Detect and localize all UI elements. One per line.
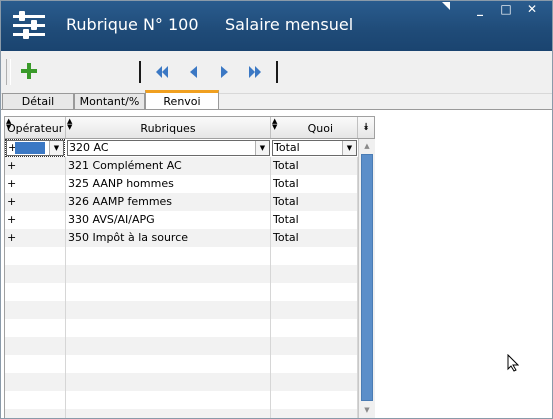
operateur-cell[interactable]: + — [5, 175, 66, 193]
rubrique-cell[interactable]: 326 AAMP femmes — [66, 193, 271, 211]
corner-resize-icon — [442, 2, 450, 10]
first-icon — [156, 66, 168, 78]
column-header-rubriques[interactable]: ▲ ▼ Rubriques — [66, 117, 271, 138]
rubrique-window: Rubrique N° 100 Salaire mensuel _ □ ✕ Dé… — [0, 0, 553, 419]
table-row[interactable]: + 321 Complément AC Total — [5, 157, 358, 175]
operateur-select[interactable]: + ▼ — [5, 139, 65, 157]
table-row[interactable]: + 326 AAMP femmes Total — [5, 193, 358, 211]
column-header-operateur[interactable]: ▲ ▼ Opérateur — [5, 117, 66, 138]
toolbar-separator — [139, 61, 141, 83]
sort-icon: ▲ ▼ — [6, 117, 12, 131]
tab-detail[interactable]: Détail — [2, 93, 74, 109]
dropdown-arrow-icon: ▼ — [342, 141, 356, 155]
next-record-button[interactable] — [215, 63, 233, 81]
quoi-cell[interactable]: Total — [271, 175, 358, 193]
quoi-cell[interactable]: Total — [271, 157, 358, 175]
renvoi-panel: ▲ ▼ Opérateur ▲ ▼ Rubriques ▲ ▼ Quoi ⯯ +… — [1, 109, 552, 418]
sort-icon: ▲ ▼ — [272, 117, 278, 131]
operateur-cell[interactable]: + — [5, 211, 66, 229]
close-button[interactable]: ✕ — [523, 1, 541, 17]
empty-row[interactable] — [5, 337, 358, 355]
operateur-cell[interactable]: + — [5, 193, 66, 211]
quoi-cell[interactable]: Total — [271, 229, 358, 247]
scrollbar-thumb[interactable] — [361, 154, 373, 401]
vertical-scrollbar[interactable]: ▲ ▼ — [358, 139, 375, 418]
empty-row[interactable] — [5, 319, 358, 337]
dropdown-arrow-icon: ▼ — [255, 141, 269, 155]
tab-renvoi[interactable]: Renvoi — [145, 90, 219, 110]
rubrique-cell[interactable]: 330 AVS/AI/APG — [66, 211, 271, 229]
settings-sliders-icon — [11, 8, 47, 44]
empty-row[interactable] — [5, 373, 358, 391]
maximize-button[interactable]: □ — [497, 1, 515, 17]
table-row[interactable]: + 330 AVS/AI/APG Total — [5, 211, 358, 229]
empty-row[interactable] — [5, 355, 358, 373]
minimize-button[interactable]: _ — [471, 1, 489, 17]
tab-montant[interactable]: Montant/% — [74, 93, 145, 109]
rubrique-cell[interactable]: 350 Impôt à la source — [66, 229, 271, 247]
empty-row[interactable] — [5, 409, 358, 418]
tab-bar: Détail Montant/% Renvoi — [1, 90, 552, 110]
dropdown-arrow-icon: ▼ — [49, 141, 63, 155]
toolbar-grip[interactable] — [6, 59, 11, 85]
empty-row[interactable] — [5, 247, 358, 265]
empty-row[interactable] — [5, 283, 358, 301]
table-row[interactable]: + 325 AANP hommes Total — [5, 175, 358, 193]
scroll-up-arrow-icon[interactable]: ▲ — [360, 139, 374, 153]
first-record-button[interactable] — [153, 63, 171, 81]
scroll-down-arrow-icon[interactable]: ▼ — [360, 403, 374, 417]
grid-header: ▲ ▼ Opérateur ▲ ▼ Rubriques ▲ ▼ Quoi ⯯ — [5, 117, 374, 139]
last-icon — [249, 66, 261, 78]
previous-icon — [190, 66, 197, 78]
next-icon — [221, 66, 228, 78]
quoi-select[interactable]: Total ▼ — [272, 140, 357, 156]
column-chooser-button[interactable]: ⯯ — [358, 117, 374, 138]
empty-row[interactable] — [5, 391, 358, 409]
quoi-cell[interactable]: Total — [271, 211, 358, 229]
quoi-cell[interactable]: Total — [271, 193, 358, 211]
operateur-cell[interactable]: + — [5, 229, 66, 247]
mouse-cursor-icon — [507, 354, 519, 372]
rubrique-cell[interactable]: 321 Complément AC — [66, 157, 271, 175]
previous-record-button[interactable] — [185, 63, 203, 81]
window-title-name: Salaire mensuel — [225, 15, 354, 34]
selection-highlight — [15, 142, 45, 154]
operateur-cell[interactable]: + — [5, 157, 66, 175]
window-title-number: Rubrique N° 100 — [66, 15, 199, 34]
rubrique-select[interactable]: 320 AC ▼ — [67, 140, 270, 156]
title-bar[interactable]: Rubrique N° 100 Salaire mensuel _ □ ✕ — [1, 1, 552, 51]
rubrique-cell[interactable]: 325 AANP hommes — [66, 175, 271, 193]
table-row[interactable]: + 350 Impôt à la source Total — [5, 229, 358, 247]
column-header-quoi[interactable]: ▲ ▼ Quoi — [271, 117, 358, 138]
double-chevron-down-icon: ⯯ — [363, 122, 369, 133]
empty-row[interactable] — [5, 265, 358, 283]
toolbar — [1, 51, 552, 94]
empty-row[interactable] — [5, 301, 358, 319]
table-row[interactable]: + ▼ 320 AC ▼ Total ▼ — [5, 139, 358, 157]
sort-icon: ▲ ▼ — [67, 117, 73, 131]
toolbar-separator — [276, 61, 278, 83]
renvoi-grid: ▲ ▼ Opérateur ▲ ▼ Rubriques ▲ ▼ Quoi ⯯ +… — [4, 116, 375, 418]
last-record-button[interactable] — [246, 63, 264, 81]
add-button[interactable] — [19, 61, 39, 81]
